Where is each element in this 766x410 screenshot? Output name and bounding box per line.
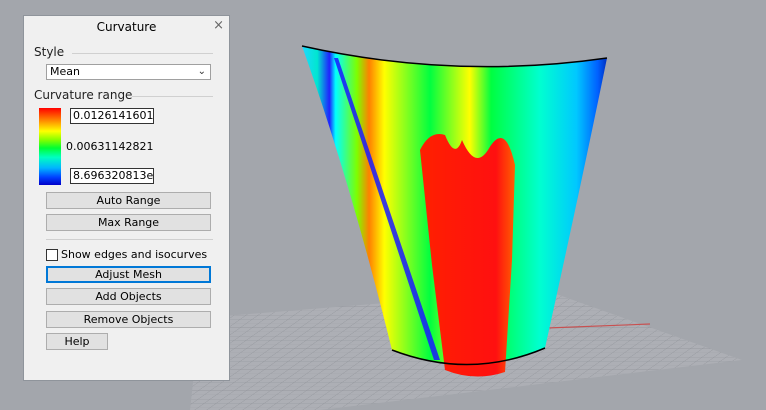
curvature-panel: Curvature × Style Mean ⌄ Curvature range… bbox=[23, 15, 230, 381]
chevron-down-icon: ⌄ bbox=[197, 66, 206, 77]
style-dropdown[interactable]: Mean ⌄ bbox=[46, 64, 211, 80]
style-dropdown-value: Mean bbox=[50, 65, 80, 78]
style-divider bbox=[72, 53, 213, 54]
help-button[interactable]: Help bbox=[46, 333, 108, 350]
range-divider bbox=[132, 96, 213, 97]
mid-value-label: 0.00631142821 bbox=[66, 140, 154, 153]
max-range-button[interactable]: Max Range bbox=[46, 214, 211, 231]
auto-range-button[interactable]: Auto Range bbox=[46, 192, 211, 209]
panel-title: Curvature bbox=[96, 20, 157, 34]
add-objects-button[interactable]: Add Objects bbox=[46, 288, 211, 305]
style-section-label: Style bbox=[34, 45, 65, 59]
close-icon[interactable]: × bbox=[213, 18, 224, 33]
remove-objects-button[interactable]: Remove Objects bbox=[46, 311, 211, 328]
curvature-range-label: Curvature range bbox=[34, 88, 133, 102]
show-edges-checkbox[interactable] bbox=[46, 249, 58, 261]
max-value-field[interactable]: 0.01261416012 bbox=[70, 108, 154, 124]
color-scale-legend bbox=[39, 108, 61, 185]
show-edges-label: Show edges and isocurves bbox=[61, 248, 208, 261]
adjust-mesh-button[interactable]: Adjust Mesh bbox=[46, 266, 211, 283]
options-divider bbox=[46, 239, 213, 240]
min-value-field[interactable]: 8.696320813e-0 bbox=[70, 168, 154, 184]
